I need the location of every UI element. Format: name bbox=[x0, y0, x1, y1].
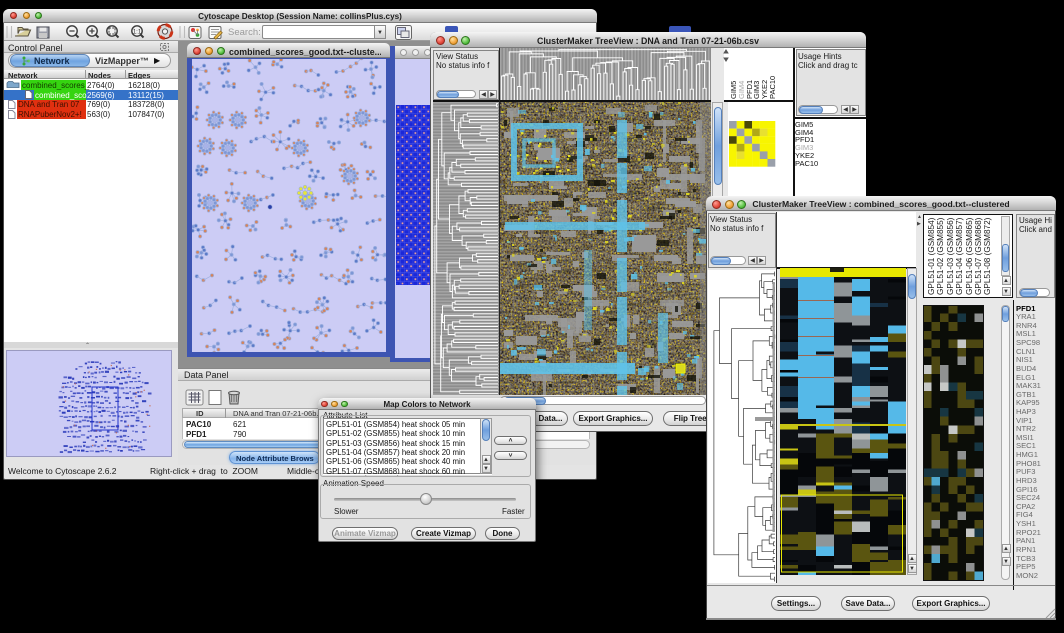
svg-text:1:1: 1:1 bbox=[133, 29, 142, 35]
